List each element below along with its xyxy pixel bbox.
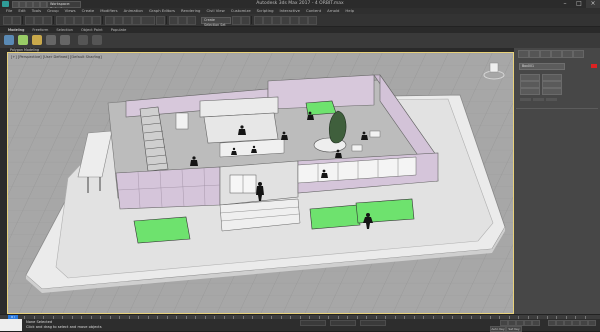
object-color-swatch[interactable] <box>591 64 597 68</box>
maximize-icon[interactable]: □ <box>572 0 586 8</box>
region-select-button[interactable] <box>83 16 92 25</box>
maximize-viewport-icon[interactable] <box>588 320 596 326</box>
selection-status: None Selected <box>26 320 53 324</box>
x-coordinate-field[interactable] <box>300 320 326 326</box>
undo-button[interactable] <box>3 16 12 25</box>
select-object-button[interactable] <box>65 16 74 25</box>
mirror-button[interactable] <box>232 16 241 25</box>
named-selection-dropdown[interactable]: Create Selection Set <box>201 17 231 27</box>
main-toolbar: Create Selection Set <box>0 14 600 27</box>
zoom-extents-icon[interactable] <box>564 320 572 326</box>
percent-snap-button[interactable] <box>187 16 196 25</box>
rendered-frame-button[interactable] <box>299 16 308 25</box>
scene-render[interactable] <box>8 53 514 314</box>
panel-button-3[interactable] <box>520 81 540 88</box>
element-icon[interactable] <box>60 35 70 45</box>
panel-button-5[interactable] <box>520 88 540 95</box>
window-crossing-button[interactable] <box>92 16 101 25</box>
hierarchy-tab-icon[interactable] <box>540 50 551 58</box>
green-planter-left <box>133 216 191 244</box>
edit-mode-icon[interactable] <box>4 35 14 45</box>
command-panel: Box001 <box>514 48 600 314</box>
material-editor-button[interactable] <box>281 16 290 25</box>
layer-explorer-button[interactable] <box>254 16 263 25</box>
panel-button-4[interactable] <box>542 81 562 88</box>
curve-editor-button[interactable] <box>263 16 272 25</box>
bind-space-warp-button[interactable] <box>43 16 52 25</box>
perspective-viewport[interactable]: [+] [Perspective] [User Defined] [Defaul… <box>7 52 514 314</box>
rotate-button[interactable] <box>114 16 123 25</box>
green-planter-middle <box>309 204 361 230</box>
edit-icon[interactable] <box>92 35 102 45</box>
motion-tab-icon[interactable] <box>551 50 562 58</box>
snaps-toggle-button[interactable] <box>169 16 178 25</box>
panel-mini-3[interactable] <box>546 98 557 101</box>
zoom-all-icon[interactable] <box>556 320 564 326</box>
orbit-icon[interactable] <box>580 320 588 326</box>
align-button[interactable] <box>241 16 250 25</box>
close-icon[interactable]: × <box>586 0 600 8</box>
zoom-icon[interactable] <box>548 320 556 326</box>
panel-button-1[interactable] <box>520 74 540 81</box>
link-button[interactable] <box>25 16 34 25</box>
display-tab-icon[interactable] <box>562 50 573 58</box>
prompt-line: Click and drag to select and move object… <box>26 325 102 329</box>
select-by-name-button[interactable] <box>74 16 83 25</box>
pivot-center-button[interactable] <box>156 16 165 25</box>
scale-button[interactable] <box>123 16 132 25</box>
reference-coord-dropdown[interactable] <box>141 16 155 25</box>
panel-mini-1[interactable] <box>520 98 531 101</box>
pan-icon[interactable] <box>572 320 580 326</box>
modify-selection-icon[interactable] <box>78 35 88 45</box>
status-bar: None Selected Click and drag to select a… <box>0 319 600 332</box>
window-title: Autodesk 3ds Max 2017 - 4 ORBIT.max <box>256 1 344 6</box>
viewport-layout-strip <box>0 48 7 314</box>
panel-button-2[interactable] <box>542 74 562 81</box>
redo-button[interactable] <box>12 16 21 25</box>
move-button[interactable] <box>105 16 114 25</box>
create-tab-icon[interactable] <box>518 50 529 58</box>
panel-mini-2[interactable] <box>533 98 544 101</box>
object-name-field[interactable]: Box001 <box>519 63 565 70</box>
render-setup-button[interactable] <box>290 16 299 25</box>
angle-snap-button[interactable] <box>178 16 187 25</box>
set-key-button[interactable]: Set Key <box>506 326 522 332</box>
utilities-tab-icon[interactable] <box>573 50 584 58</box>
render-production-button[interactable] <box>308 16 317 25</box>
maxscript-listener[interactable] <box>0 319 22 331</box>
modify-tab-icon[interactable] <box>529 50 540 58</box>
auto-key-button[interactable]: Auto Key <box>490 326 506 332</box>
edge-icon[interactable] <box>32 35 42 45</box>
ribbon-panel <box>0 33 600 48</box>
z-coordinate-field[interactable] <box>360 320 386 326</box>
next-frame-icon[interactable] <box>524 320 532 326</box>
vertex-icon[interactable] <box>18 35 28 45</box>
y-coordinate-field[interactable] <box>330 320 356 326</box>
schematic-view-button[interactable] <box>272 16 281 25</box>
selection-filter-button[interactable] <box>56 16 65 25</box>
minimize-icon[interactable]: – <box>558 0 572 8</box>
unlink-button[interactable] <box>34 16 43 25</box>
panel-button-6[interactable] <box>542 88 562 95</box>
placement-button[interactable] <box>132 16 141 25</box>
polygon-icon[interactable] <box>46 35 56 45</box>
go-to-end-icon[interactable] <box>532 320 540 326</box>
